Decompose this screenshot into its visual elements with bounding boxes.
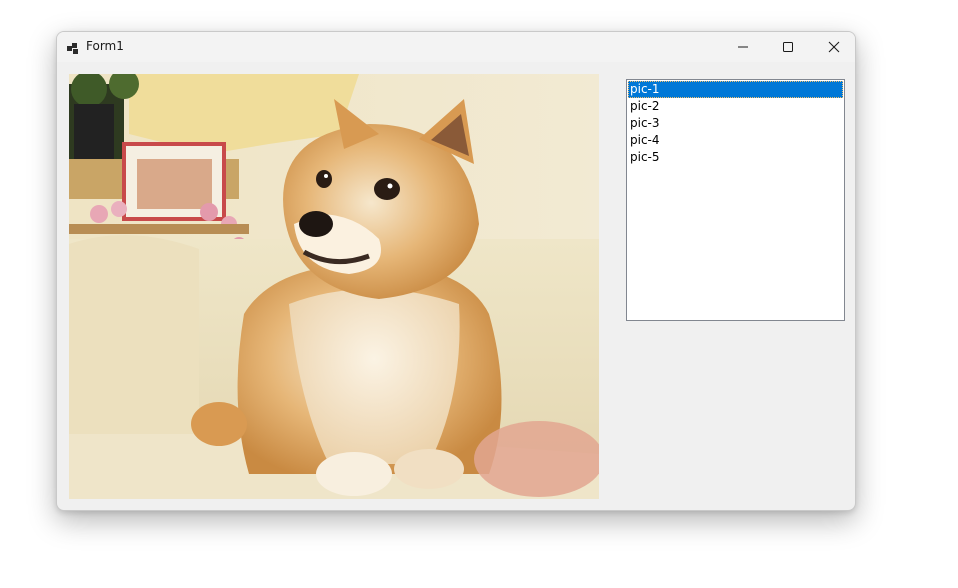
window-title: Form1: [86, 39, 124, 53]
close-icon: [828, 38, 840, 57]
list-item-pic-1[interactable]: pic-1: [628, 81, 843, 98]
close-button[interactable]: [811, 32, 855, 62]
list-item-pic-2[interactable]: pic-2: [628, 98, 843, 115]
app-icon[interactable]: [67, 40, 79, 54]
title-bar[interactable]: Form1: [57, 32, 855, 62]
shiba-inu-dog-photo: [69, 74, 599, 499]
list-item-pic-3[interactable]: pic-3: [628, 115, 843, 132]
minimize-button[interactable]: [720, 32, 766, 62]
list-item-pic-4[interactable]: pic-4: [628, 132, 843, 149]
form-window: Form1 pic-1 pic-2 pic-3 pic-4 pic-5: [56, 31, 856, 511]
minimize-icon: [737, 38, 749, 57]
list-item-pic-5[interactable]: pic-5: [628, 149, 843, 166]
maximize-icon: [782, 38, 794, 57]
picture-box: [69, 74, 599, 499]
pictures-listbox[interactable]: pic-1 pic-2 pic-3 pic-4 pic-5: [626, 79, 845, 321]
maximize-button[interactable]: [765, 32, 811, 62]
